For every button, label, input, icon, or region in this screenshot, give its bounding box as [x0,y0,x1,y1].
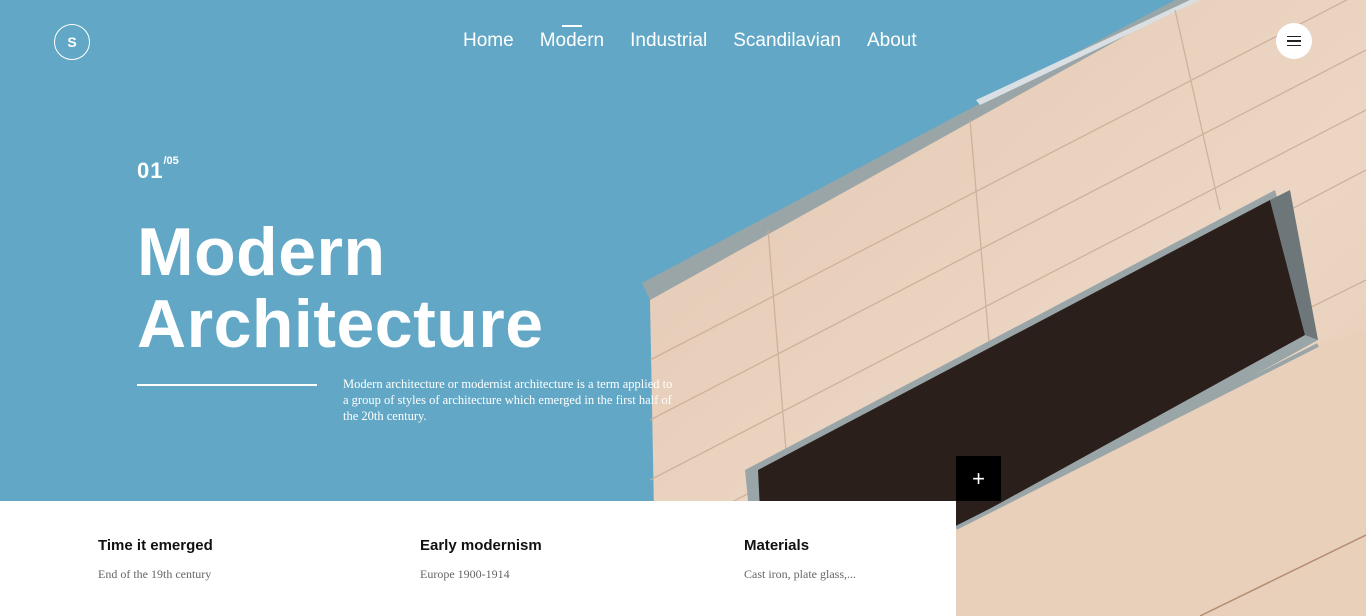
info-value: End of the 19th century [98,567,212,581]
plus-icon: + [972,465,985,491]
nav-item-scandilavian[interactable]: Scandilavian [720,30,854,52]
main-nav: Home Modern Industrial Scandilavian Abou… [450,30,930,52]
info-item-time: Time it emerged End of the 19th century [98,537,213,582]
hamburger-menu-button[interactable] [1276,23,1312,59]
logo-letter: S [67,34,77,50]
title-line-1: Modern [137,214,386,290]
info-panel: Time it emerged End of the 19th century … [0,501,956,616]
slide-total: /05 [163,154,179,167]
page-title: Modern Architecture [137,216,544,360]
info-item-materials: Materials Cast iron, plate glass,... [744,537,856,582]
info-heading: Materials [744,537,810,554]
hamburger-icon [1287,35,1301,38]
info-heading: Time it emerged [98,537,213,554]
hero-description: Modern architecture or modernist archite… [343,377,673,423]
info-heading: Early modernism [420,537,542,554]
title-divider [137,384,317,386]
slide-counter: 01/05 [137,154,179,184]
logo[interactable]: S [54,24,90,60]
nav-item-about[interactable]: About [854,30,930,52]
nav-item-industrial[interactable]: Industrial [617,30,720,52]
nav-item-modern[interactable]: Modern [527,30,617,52]
info-value: Europe 1900-1914 [420,567,510,581]
info-value: Cast iron, plate glass,... [744,567,856,581]
info-item-early-modernism: Early modernism Europe 1900-1914 [420,537,542,582]
title-line-2: Architecture [137,286,544,362]
expand-plus-button[interactable]: + [956,456,1001,501]
nav-item-home[interactable]: Home [450,30,527,52]
hero-section: S Home Modern Industrial Scandilavian Ab… [0,0,1366,616]
slide-current: 01 [137,158,164,183]
